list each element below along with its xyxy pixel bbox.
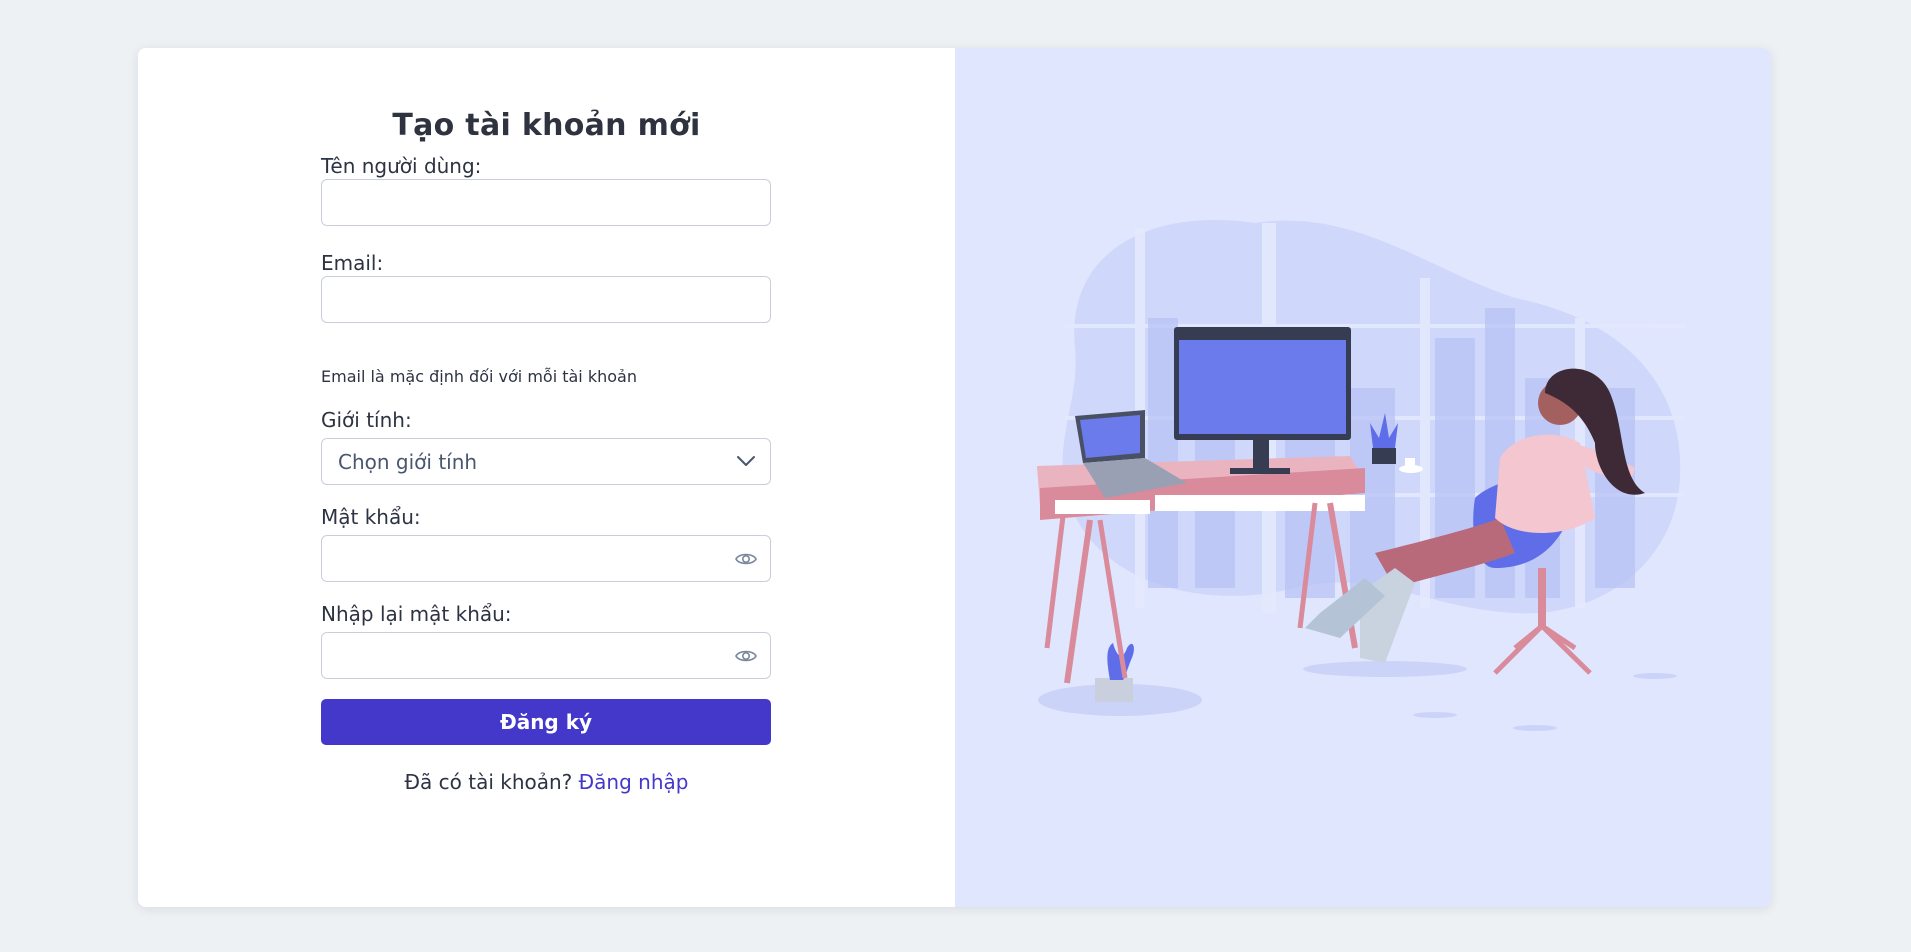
username-label: Tên người dùng: — [321, 154, 482, 178]
gender-select-value: Chọn giới tính — [338, 450, 478, 474]
login-prompt-text: Đã có tài khoản? — [404, 770, 573, 794]
email-input[interactable] — [322, 277, 770, 322]
signup-button[interactable]: Đăng ký — [321, 699, 771, 745]
confirm-password-field[interactable] — [321, 632, 771, 679]
gender-select[interactable]: Chọn giới tính — [321, 438, 771, 485]
username-input[interactable] — [322, 180, 770, 225]
eye-icon[interactable] — [734, 645, 758, 667]
password-label: Mật khẩu: — [321, 505, 421, 529]
gender-label: Giới tính: — [321, 408, 412, 432]
email-label: Email: — [321, 251, 384, 275]
login-link[interactable]: Đăng nhập — [579, 770, 689, 794]
email-field[interactable] — [321, 276, 771, 323]
login-prompt-line: Đã có tài khoản? Đăng nhập — [138, 770, 955, 794]
password-input[interactable] — [322, 536, 770, 581]
illustration-panel — [955, 48, 1771, 907]
chevron-down-icon — [737, 456, 755, 466]
confirm-password-input[interactable] — [322, 633, 770, 678]
username-field[interactable] — [321, 179, 771, 226]
signup-card: Tạo tài khoản mới Tên người dùng: Email:… — [138, 48, 1771, 907]
password-field[interactable] — [321, 535, 771, 582]
workspace-illustration — [1037, 219, 1685, 731]
signup-form-panel: Tạo tài khoản mới Tên người dùng: Email:… — [138, 48, 955, 907]
email-hint: Email là mặc định đối với mỗi tài khoản — [321, 367, 637, 386]
page-title: Tạo tài khoản mới — [392, 108, 701, 143]
confirm-password-label: Nhập lại mật khẩu: — [321, 602, 512, 626]
eye-icon[interactable] — [734, 548, 758, 570]
